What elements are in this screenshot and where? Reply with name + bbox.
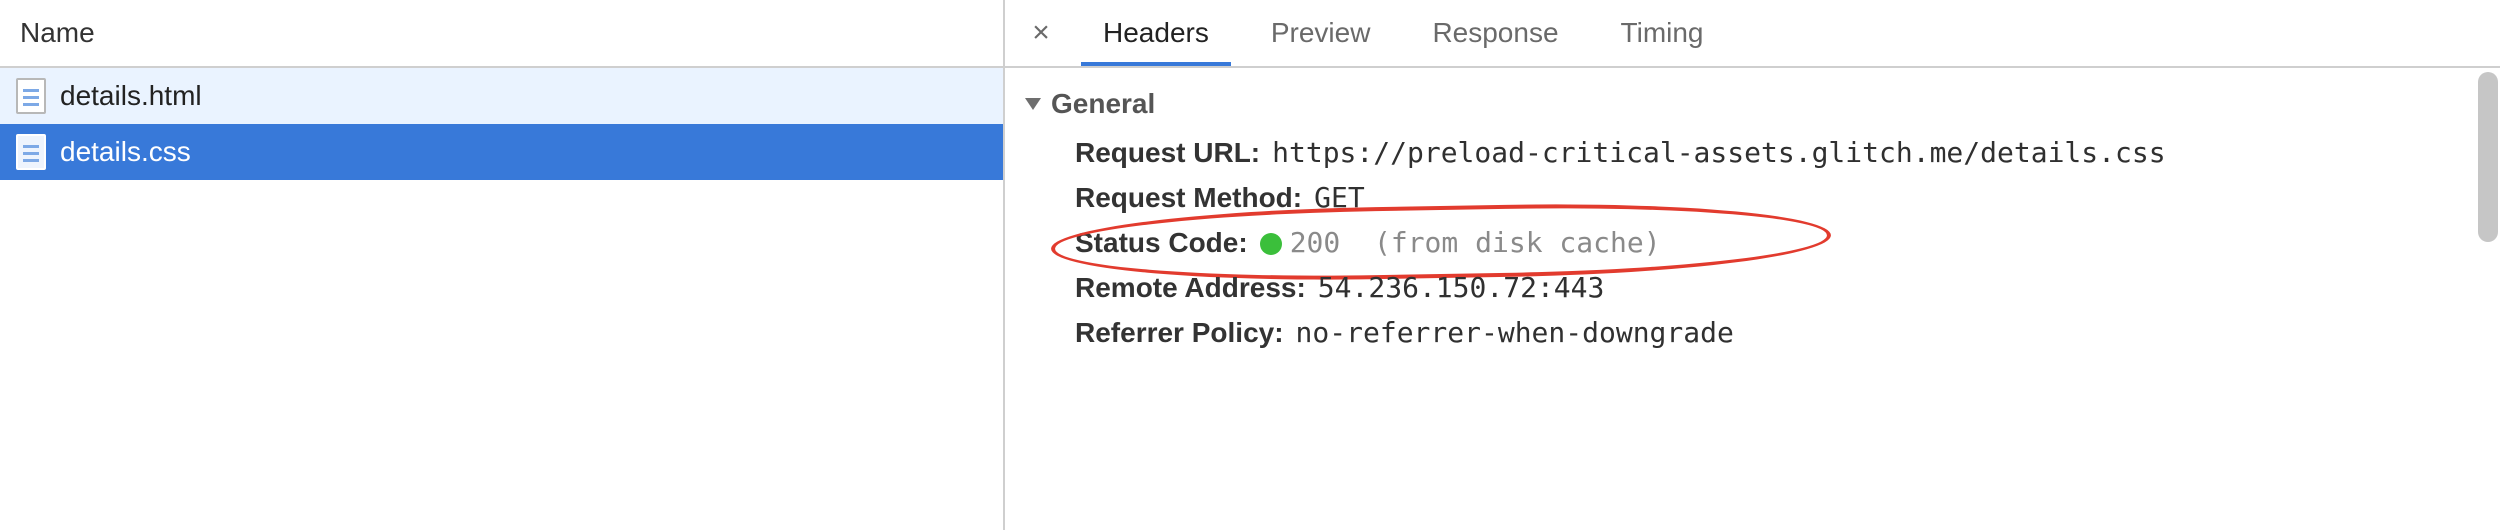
request-list-header[interactable]: Name: [0, 0, 1003, 68]
tab-headers[interactable]: Headers: [1081, 0, 1231, 66]
kv-label: Request URL:: [1075, 137, 1260, 169]
status-code-note: (from disk cache): [1374, 226, 1661, 259]
kv-label: Remote Address:: [1075, 272, 1306, 304]
tab-label: Timing: [1621, 17, 1704, 49]
devtools-network-panel: Name details.html details.css × Headers …: [0, 0, 2500, 530]
close-icon: ×: [1032, 18, 1050, 48]
row-remote-address: Remote Address: 54.236.150.72:443: [1005, 265, 2500, 310]
kv-value: no-referrer-when-downgrade: [1296, 316, 1734, 349]
section-title: General: [1051, 88, 1155, 120]
row-request-method: Request Method: GET: [1005, 175, 2500, 220]
tab-timing[interactable]: Timing: [1599, 0, 1726, 66]
tab-label: Preview: [1271, 17, 1371, 49]
kv-label: Status Code:: [1075, 227, 1248, 259]
tab-label: Response: [1432, 17, 1558, 49]
status-dot-icon: [1260, 233, 1282, 255]
row-referrer-policy: Referrer Policy: no-referrer-when-downgr…: [1005, 310, 2500, 355]
detail-tabbar: × Headers Preview Response Timing: [1005, 0, 2500, 68]
tab-preview[interactable]: Preview: [1249, 0, 1393, 66]
general-section-header[interactable]: General: [1005, 82, 2500, 130]
request-row[interactable]: details.css: [0, 124, 1003, 180]
close-detail-button[interactable]: ×: [1019, 11, 1063, 55]
request-name: details.html: [60, 80, 202, 112]
kv-label: Request Method:: [1075, 182, 1302, 214]
file-icon: [16, 78, 46, 114]
request-detail-pane: × Headers Preview Response Timing Genera…: [1005, 0, 2500, 530]
tab-response[interactable]: Response: [1410, 0, 1580, 66]
kv-value: GET: [1314, 181, 1365, 214]
request-list-pane: Name details.html details.css: [0, 0, 1005, 530]
request-row[interactable]: details.html: [0, 68, 1003, 124]
tab-label: Headers: [1103, 17, 1209, 49]
disclosure-triangle-icon: [1025, 98, 1041, 110]
kv-value: 54.236.150.72:443: [1318, 271, 1605, 304]
kv-value: https://preload-critical-assets.glitch.m…: [1272, 136, 2165, 169]
row-status-code: Status Code: 200 (from disk cache): [1005, 220, 2500, 265]
kv-label: Referrer Policy:: [1075, 317, 1284, 349]
name-column-header: Name: [20, 17, 95, 49]
headers-content: General Request URL: https://preload-cri…: [1005, 68, 2500, 530]
row-request-url: Request URL: https://preload-critical-as…: [1005, 130, 2500, 175]
kv-value: 200 (from disk cache): [1260, 226, 1661, 259]
file-icon: [16, 134, 46, 170]
request-name: details.css: [60, 136, 191, 168]
status-code-number: 200: [1290, 226, 1341, 259]
request-list: details.html details.css: [0, 68, 1003, 530]
